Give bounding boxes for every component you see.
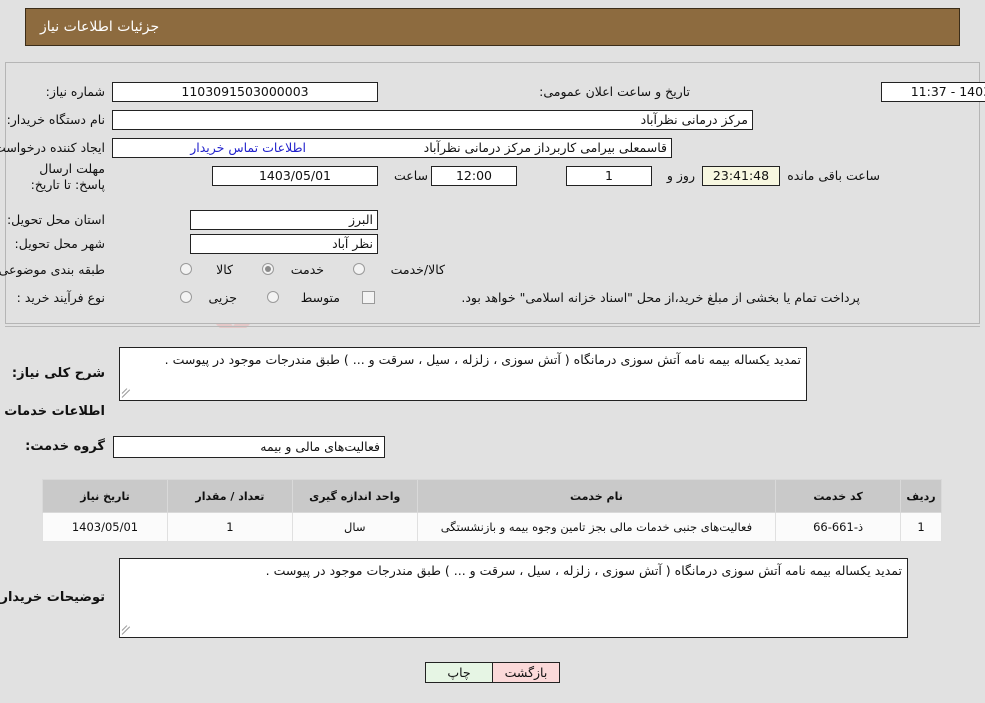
table-header-qty: تعداد / مقدار (166, 479, 293, 513)
delivery-city-field[interactable]: نظر آباد (190, 234, 378, 254)
services-table: ردیف کد خدمت نام خدمت واحد اندازه گیری ت… (42, 479, 942, 542)
purchase-type-radio-motavaset[interactable] (267, 291, 279, 303)
services-section-title: اطلاعات خدمات مورد نیاز (0, 404, 105, 419)
table-row: 1 ذ-661-66 فعالیت‌های جنبی خدمات مالی بج… (42, 512, 942, 542)
purchase-type-option-jozii-label: جزیی (208, 290, 237, 305)
category-label: طبقه بندی موضوعی: (0, 262, 105, 277)
buyer-contact-link[interactable]: اطلاعات تماس خریدار (190, 140, 306, 155)
cell-radif: 1 (900, 512, 942, 542)
deadline-days-field[interactable]: 1 (566, 166, 652, 186)
treasury-docs-checkbox[interactable] (362, 291, 375, 304)
purchase-type-radio-jozii[interactable] (180, 291, 192, 303)
description-label: شرح کلی نیاز: (11, 366, 105, 381)
buyer-notes-text: تمدید یکساله بیمه نامه آتش سوزی درمانگاه… (265, 563, 902, 578)
cell-unit: سال (291, 512, 418, 542)
buyer-notes-label: توضیحات خریدار: (0, 590, 105, 605)
purchase-type-option-motavaset-label: متوسط (300, 290, 340, 305)
category-radio-kala[interactable] (180, 263, 192, 275)
need-number-label: شماره نیاز: (45, 84, 105, 99)
page-title: جزئیات اطلاعات نیاز (40, 19, 160, 35)
deadline-remaining-label: ساعت باقی مانده (787, 168, 880, 183)
deadline-time-field[interactable]: 12:00 (431, 166, 517, 186)
buyer-notes-textarea[interactable]: تمدید یکساله بیمه نامه آتش سوزی درمانگاه… (119, 558, 908, 638)
table-header-row: ردیف کد خدمت نام خدمت واحد اندازه گیری ت… (42, 479, 942, 513)
deadline-date-field[interactable]: 1403/05/01 (212, 166, 378, 186)
buyer-org-label: نام دستگاه خریدار: (6, 112, 105, 127)
resize-grip-icon[interactable] (121, 387, 134, 399)
service-group-field[interactable]: فعالیت‌های مالی و بیمه (113, 436, 385, 458)
deadline-time-label: ساعت (393, 168, 428, 183)
page-root: AnaTender.net V جزئیات اطلاعات نیاز شمار… (0, 0, 985, 703)
cell-date: 1403/05/01 (42, 512, 168, 542)
print-button[interactable]: چاپ (425, 662, 493, 683)
announce-datetime-field[interactable]: 1403/04/30 - 11:37 (881, 82, 985, 102)
cell-qty: 1 (166, 512, 293, 542)
category-option-khedmat-label: خدمت (290, 262, 324, 277)
category-option-kala-khedmat-label: کالا/خدمت (390, 262, 445, 277)
section-divider (5, 326, 980, 327)
back-button[interactable]: بازگشت (492, 662, 560, 683)
category-radio-kala-khedmat[interactable] (353, 263, 365, 275)
deadline-days-label: روز و (666, 168, 695, 183)
purchase-type-label: نوع فرآیند خرید : (16, 290, 105, 305)
table-header-name: نام خدمت (416, 479, 777, 513)
cell-code: ذ-661-66 (775, 512, 902, 542)
cell-name: فعالیت‌های جنبی خدمات مالی بجز تامین وجو… (416, 512, 777, 542)
treasury-docs-label: پرداخت تمام یا بخشی از مبلغ خرید،از محل … (461, 290, 860, 305)
buyer-notes-resize-grip-icon[interactable] (121, 624, 134, 636)
table-header-code: کد خدمت (775, 479, 902, 513)
description-text: تمدید یکساله بیمه نامه آتش سوزی درمانگاه… (164, 352, 801, 367)
category-radio-khedmat[interactable] (262, 263, 274, 275)
request-creator-label: ایجاد کننده درخواست: (0, 140, 105, 155)
description-textarea[interactable]: تمدید یکساله بیمه نامه آتش سوزی درمانگاه… (119, 347, 807, 401)
deadline-remaining-field: 23:41:48 (702, 166, 780, 186)
category-option-kala-label: کالا (216, 262, 233, 277)
delivery-province-label: استان محل تحویل: (6, 212, 105, 227)
table-header-radif: ردیف (900, 479, 942, 513)
delivery-province-field[interactable]: البرز (190, 210, 378, 230)
need-number-field[interactable]: 1103091503000003 (112, 82, 378, 102)
page-header: جزئیات اطلاعات نیاز (25, 8, 960, 46)
delivery-city-label: شهر محل تحویل: (14, 236, 105, 251)
table-header-unit: واحد اندازه گیری (291, 479, 418, 513)
service-group-label: گروه خدمت: (25, 439, 105, 454)
buyer-org-field[interactable]: مرکز درمانی نظرآباد (112, 110, 753, 130)
deadline-label: مهلت ارسال پاسخ: تا تاریخ: (30, 161, 105, 192)
announce-datetime-label: تاریخ و ساعت اعلان عمومی: (539, 84, 690, 99)
table-header-date: تاریخ نیاز (42, 479, 168, 513)
